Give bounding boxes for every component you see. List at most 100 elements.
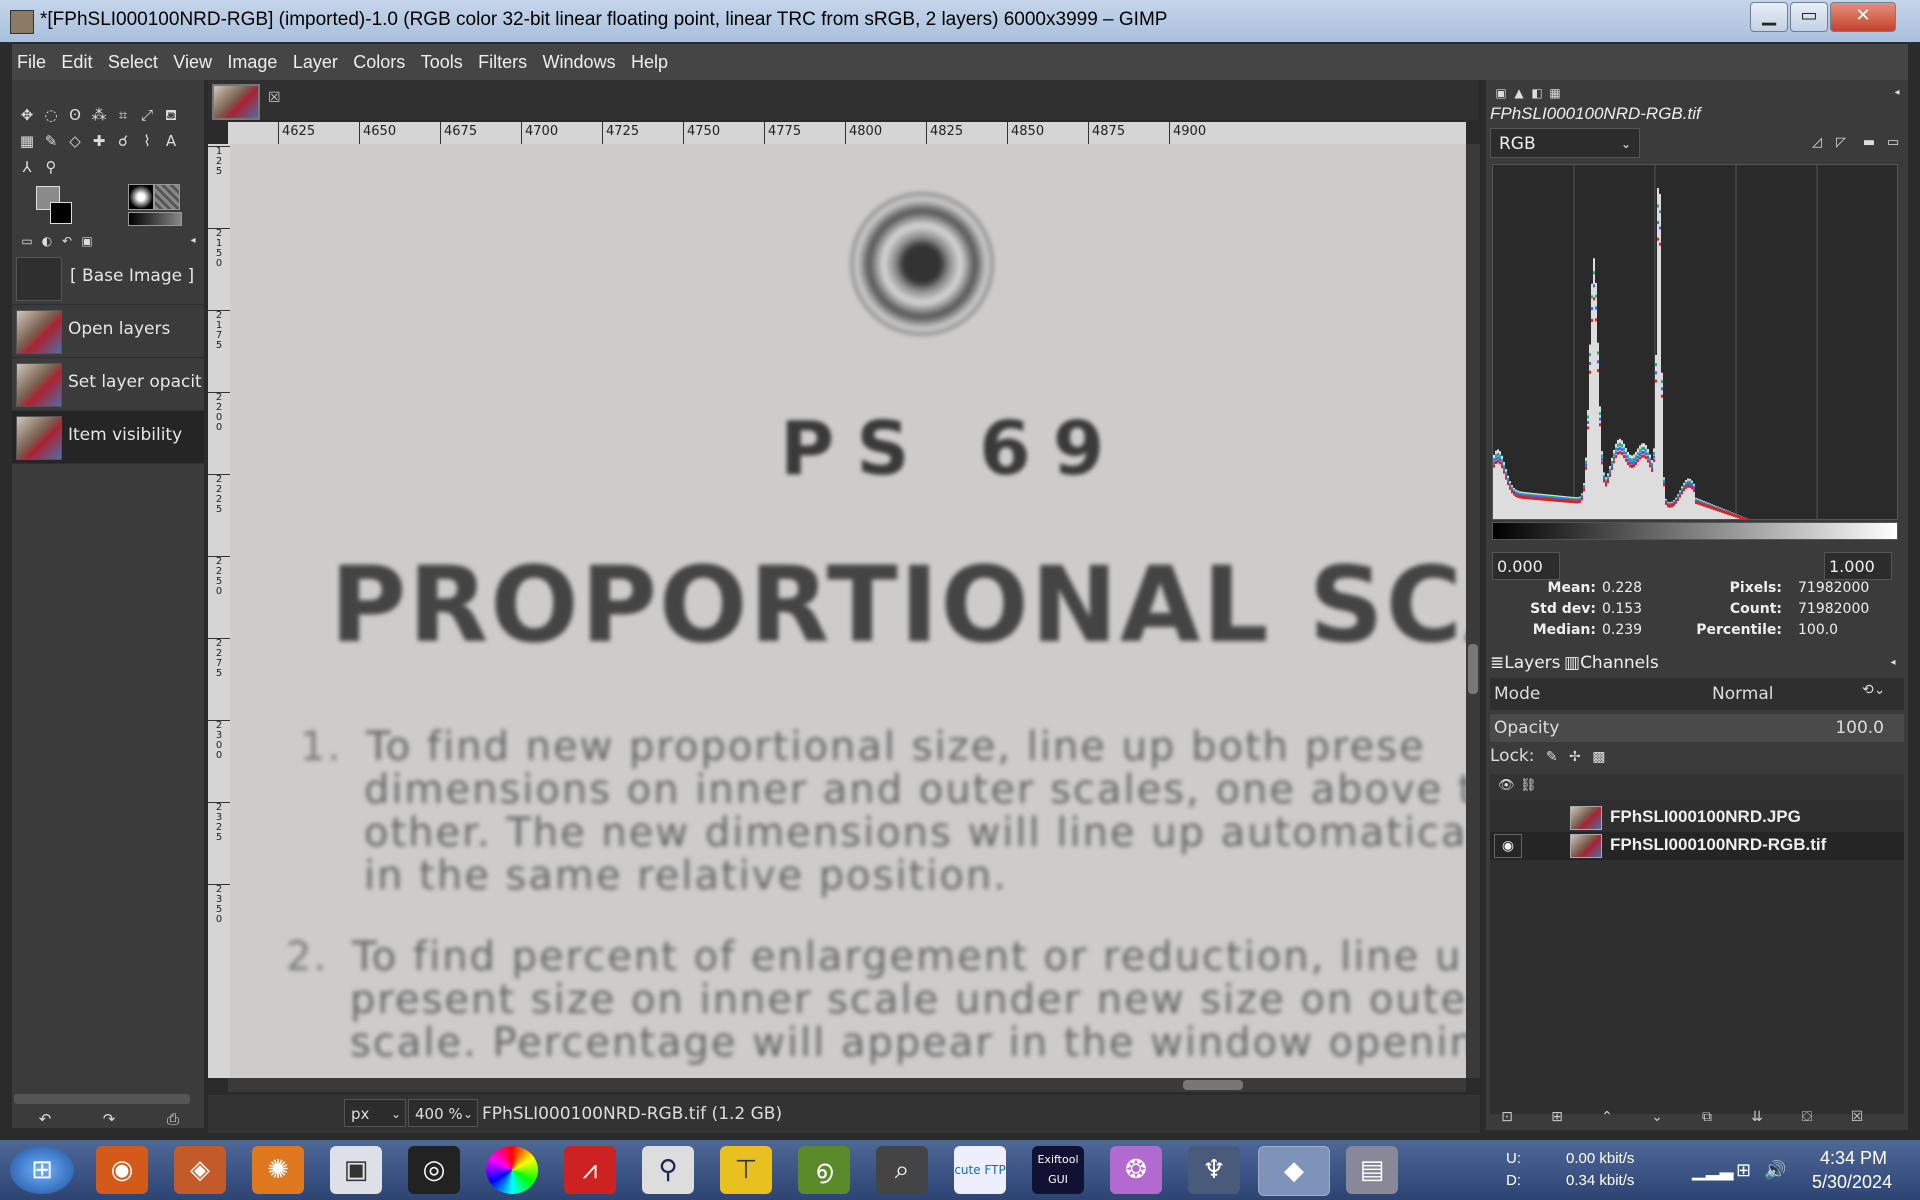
lock-alpha-icon[interactable]: ▩ [1592, 749, 1605, 765]
layer-mask-icon[interactable]: ⛋ [1796, 1106, 1818, 1128]
menu-edit[interactable]: Edit [56, 44, 97, 80]
lower-layer-icon[interactable]: ⌄ [1646, 1106, 1668, 1128]
gradient-preview[interactable] [128, 212, 182, 226]
pattern-preview[interactable] [154, 184, 180, 210]
brush-preview[interactable] [128, 184, 154, 210]
cuteftp-icon[interactable]: cute FTP [954, 1146, 1006, 1194]
gimp-app-icon[interactable] [10, 10, 34, 34]
lasso-icon[interactable]: ʘ [64, 104, 86, 126]
merge-down-icon[interactable]: ⇊ [1746, 1106, 1768, 1128]
channel-select[interactable]: RGB ⌄ [1490, 128, 1640, 158]
image-canvas[interactable]: PS 69 PROPORTIONAL SCALE 1. To find new p… [230, 144, 1466, 1078]
exiftool-icon[interactable]: Exiftool GUI [1032, 1146, 1084, 1194]
brain-icon[interactable]: ❂ [1110, 1146, 1162, 1194]
paths-icon[interactable]: ⌇ [136, 130, 158, 152]
histogram-graph[interactable] [1492, 164, 1898, 520]
tab-channels[interactable]: ▥Channels [1564, 650, 1659, 676]
undo-history-item[interactable]: [ Base Image ] [12, 252, 204, 305]
range-low-input[interactable]: 0.000 [1492, 552, 1560, 580]
undo-scrollbar[interactable] [14, 1094, 190, 1104]
histogram-options-icon[interactable]: ▭ [1882, 132, 1904, 154]
undo-history-item[interactable]: Item visibility [12, 411, 204, 464]
range-high-input[interactable]: 1.000 [1824, 552, 1892, 580]
menu-select[interactable]: Select [103, 44, 163, 80]
tool-options-tab-icon[interactable]: ▭ [16, 230, 38, 252]
delete-layer-icon[interactable]: ☒ [1846, 1106, 1868, 1128]
histogram-range-gradient[interactable] [1492, 522, 1898, 540]
start-button[interactable]: ⊞ [10, 1146, 74, 1194]
scroll-thumb[interactable] [1183, 1080, 1243, 1090]
mode-reset-icon[interactable]: ⟲⌄ [1862, 682, 1885, 698]
undo-history-item[interactable]: Set layer opacit [12, 358, 204, 411]
canvas-vertical-scrollbar[interactable] [1466, 144, 1480, 1078]
hex-viewer-icon[interactable]: ⚲ [642, 1146, 694, 1194]
chameleon-icon[interactable]: ൭ [798, 1146, 850, 1194]
ellipse-select-icon[interactable]: ◌ [40, 104, 62, 126]
duplicate-layer-icon[interactable]: ⧉ [1696, 1106, 1718, 1128]
network-icon[interactable]: ⊞ [1736, 1160, 1751, 1181]
zoom-icon[interactable]: ⚲ [40, 156, 62, 178]
acrobat-icon[interactable]: ⩘ [564, 1146, 616, 1194]
move-tool-icon[interactable]: ✥ [16, 104, 38, 126]
canvas-horizontal-scrollbar[interactable] [228, 1078, 1466, 1092]
redo-icon[interactable]: ↷ [98, 1108, 120, 1130]
firefox-icon[interactable]: ◉ [96, 1146, 148, 1194]
undo-icon[interactable]: ↶ [34, 1108, 56, 1130]
gimp-taskbar-icon[interactable]: ◆ [1258, 1146, 1330, 1196]
transform-icon[interactable]: ⤢ [136, 104, 158, 126]
new-group-icon[interactable]: ⊞ [1546, 1106, 1568, 1128]
panel-menu-icon[interactable]: ◂ [182, 230, 204, 252]
log-histogram-icon[interactable]: ◸ [1830, 132, 1852, 154]
layer-row[interactable]: ◉ FPhSLI000100NRD-RGB.tif [1490, 832, 1904, 860]
raise-layer-icon[interactable]: ⌃ [1596, 1106, 1618, 1128]
horizontal-ruler[interactable]: 4625 4650 4675 4700 4725 4750 4775 4800 4825 4850… [228, 122, 1466, 144]
close-tab-icon[interactable]: ☒ [268, 90, 281, 106]
bucket-fill-icon[interactable]: ⛾ [160, 104, 182, 126]
menu-view[interactable]: View [168, 44, 217, 80]
menu-file[interactable]: File [12, 44, 51, 80]
new-layer-icon[interactable]: ⊡ [1496, 1106, 1518, 1128]
scroll-thumb[interactable] [1468, 644, 1478, 694]
undo-history-tab-icon[interactable]: ↶ [56, 230, 78, 252]
magnifier-icon[interactable]: ⌕ [876, 1146, 928, 1194]
menu-filters[interactable]: Filters [473, 44, 532, 80]
undo-history-item[interactable]: Open layers [12, 305, 204, 358]
measure-icon[interactable]: ⅄ [16, 156, 38, 178]
xnview-icon[interactable]: ✺ [252, 1146, 304, 1194]
linear-histogram-icon[interactable]: ◿ [1806, 132, 1828, 154]
close-button[interactable]: ✕ [1830, 2, 1896, 32]
image-tab-thumbnail[interactable] [212, 84, 260, 120]
menu-tools[interactable]: Tools [416, 44, 468, 80]
ruler-icon[interactable]: ⊤ [720, 1146, 772, 1194]
tab-layers[interactable]: ≣Layers [1490, 650, 1561, 676]
smudge-icon[interactable]: ☌ [112, 130, 134, 152]
images-tab-icon[interactable]: ▣ [76, 230, 98, 252]
camera-icon[interactable]: ▣ [330, 1146, 382, 1194]
clock-time[interactable]: 4:34 PM [1820, 1148, 1887, 1169]
fuzzy-select-icon[interactable]: ⁂ [88, 104, 110, 126]
mode-select[interactable]: Normal ⌄ [1712, 682, 1788, 728]
minimize-button[interactable]: ▁ [1750, 2, 1788, 32]
microscope-icon[interactable]: ♆ [1188, 1146, 1240, 1194]
crop-icon[interactable]: ⌗ [112, 104, 134, 126]
panel-menu-icon[interactable]: ◂ [1886, 82, 1908, 104]
clone-icon[interactable]: ✚ [88, 130, 110, 152]
scanner-icon[interactable]: ▤ [1346, 1146, 1398, 1194]
patterns-tab-icon[interactable]: ▦ [1544, 82, 1566, 104]
zoom-select[interactable]: 400 % ⌄ [408, 1099, 478, 1127]
opacity-slider[interactable]: Opacity 100.0 [1490, 714, 1904, 742]
photo-app-icon[interactable]: ◈ [174, 1146, 226, 1194]
eye-icon[interactable]: ◉ [1494, 834, 1522, 858]
eraser-icon[interactable]: ◇ [64, 130, 86, 152]
clock-date[interactable]: 5/30/2024 [1812, 1172, 1892, 1193]
lock-position-icon[interactable]: ✢ [1569, 749, 1581, 765]
unit-select[interactable]: px ⌄ [344, 1099, 406, 1127]
menu-windows[interactable]: Windows [538, 44, 621, 80]
histogram-view-icon[interactable]: ▬ [1858, 132, 1880, 154]
vertical-ruler[interactable]: 125 2150 2175 2200 2225 2250 2275 2300 2325 2350 [208, 144, 230, 1078]
maximize-button[interactable]: ▭ [1790, 2, 1828, 32]
menu-layer[interactable]: Layer [288, 44, 343, 80]
menu-colors[interactable]: Colors [348, 44, 410, 80]
volume-icon[interactable]: 🔊 [1764, 1160, 1786, 1181]
menu-help[interactable]: Help [626, 44, 673, 80]
